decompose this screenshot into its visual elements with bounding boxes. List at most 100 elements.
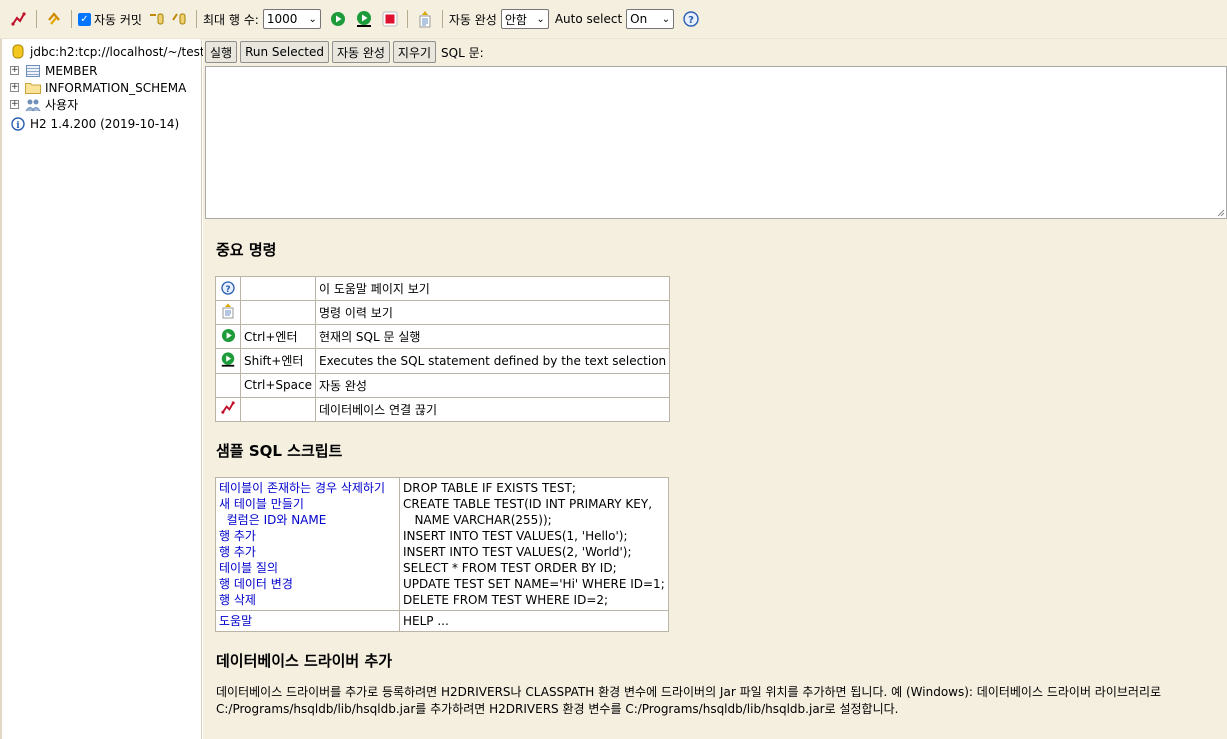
description-cell: 자동 완성 (314, 372, 671, 398)
tree-item-label: INFORMATION_SCHEMA (45, 80, 187, 95)
sample-code-line: INSERT INTO TEST VALUES(2, 'World'); (403, 545, 632, 559)
chevron-down-icon: ⌄ (536, 13, 545, 25)
shortcut-cell (240, 300, 316, 325)
sidebar: jdbc:h2:tcp://localhost/~/test + MEMBER … (0, 39, 205, 739)
autoselect-select[interactable]: On ⌄ (626, 9, 675, 29)
database-icon (10, 44, 26, 60)
sql-input[interactable] (205, 66, 1227, 219)
version-label: H2 1.4.200 (2019-10-14) (30, 116, 180, 131)
run-icon[interactable] (327, 8, 349, 30)
users-icon (25, 97, 41, 113)
help-code: HELP ... (403, 614, 449, 628)
autocomplete-select[interactable]: 안함 ⌄ (500, 9, 549, 29)
autocomplete-button[interactable]: 자동 완성 (331, 41, 390, 63)
shortcut-cell: Ctrl+Space (240, 372, 316, 398)
run-selected-button[interactable]: Run Selected (240, 41, 329, 63)
tree-item-member[interactable]: + MEMBER (10, 62, 97, 79)
autoselect-label: Auto select (554, 12, 623, 26)
table-row: Ctrl+Space 자동 완성 (215, 372, 671, 398)
rollback-icon[interactable] (168, 8, 190, 30)
toolbar-separator (406, 10, 408, 28)
stop-icon[interactable] (379, 8, 401, 30)
table-row: 데이터베이스 연결 끊기 (215, 396, 671, 422)
sample-code-line: NAME VARCHAR(255)); (403, 513, 552, 527)
help-icon[interactable]: ? (220, 280, 236, 296)
sample-code-line: SELECT * FROM TEST ORDER BY ID; (403, 561, 617, 575)
commit-icon[interactable] (146, 8, 168, 30)
max-rows-select[interactable]: 1000 ⌄ (262, 9, 321, 29)
description-cell: 데이터베이스 연결 끊기 (314, 396, 671, 422)
connection-node[interactable]: jdbc:h2:tcp://localhost/~/test (10, 43, 205, 60)
toolbar-separator (441, 10, 443, 28)
history-icon[interactable] (220, 303, 236, 319)
chevron-down-icon: ⌄ (661, 13, 671, 25)
driver-line: C:/Programs/hsqldb/lib/hsqldb.jar를 추가하려면… (216, 702, 899, 716)
svg-text:?: ? (225, 285, 230, 295)
shortcut-cell (240, 276, 316, 301)
toolbar: ✓ 자동 커밋 최대 행 수: 1000 ⌄ 자동 완성 안함 ⌄ Auto sel… (0, 0, 1227, 39)
sample-link[interactable]: 행 데이터 변경 (219, 576, 396, 592)
sample-link[interactable]: 테이블이 존재하는 경우 삭제하기 (219, 480, 396, 496)
sample-code-line: DELETE FROM TEST WHERE ID=2; (403, 593, 609, 607)
chevron-down-icon: ⌄ (308, 13, 317, 25)
table-icon (25, 63, 41, 79)
help-icon[interactable]: ? (680, 8, 702, 30)
tree-item-users[interactable]: + 사용자 (10, 96, 78, 113)
sample-code-line: UPDATE TEST SET NAME='Hi' WHERE ID=1; (403, 577, 665, 591)
description-cell: Executes the SQL statement defined by th… (314, 348, 671, 374)
resize-handle-icon[interactable] (1217, 209, 1225, 217)
table-row: 테이블이 존재하는 경우 삭제하기 새 테이블 만들기 컬럼은 ID와 NAME… (215, 477, 669, 611)
run-icon[interactable] (220, 327, 236, 343)
autocomplete-value: 안함 (504, 12, 527, 27)
sample-code-line: DROP TABLE IF EXISTS TEST; (403, 481, 576, 495)
table-row: ? 이 도움말 페이지 보기 (215, 276, 671, 301)
sample-link[interactable]: 테이블 질의 (219, 560, 396, 576)
query-toolbar: 실행 Run Selected 자동 완성 지우기 SQL 문: (203, 39, 484, 65)
sql-label: SQL 문: (441, 45, 484, 60)
table-row: Shift+엔터 Executes the SQL statement defi… (215, 348, 671, 374)
tree-item-label: 사용자 (45, 98, 79, 112)
tree-item-information-schema[interactable]: + INFORMATION_SCHEMA (10, 79, 186, 96)
expand-icon[interactable]: + (10, 100, 19, 109)
autocommit-checkbox[interactable]: ✓ (78, 12, 91, 26)
disconnect-icon[interactable] (220, 400, 236, 416)
sample-link[interactable]: 컬럼은 ID와 NAME (219, 512, 396, 528)
svg-text:?: ? (688, 15, 694, 26)
table-row: Ctrl+엔터 현재의 SQL 문 실행 (215, 324, 671, 349)
sample-sql-table: 테이블이 존재하는 경우 삭제하기 새 테이블 만들기 컬럼은 ID와 NAME… (215, 477, 669, 632)
driver-title: 데이터베이스 드라이버 추가 (216, 652, 393, 670)
sample-code-line: CREATE TABLE TEST(ID INT PRIMARY KEY, (403, 497, 653, 511)
sample-link[interactable]: 행 추가 (219, 528, 396, 544)
description-cell: 현재의 SQL 문 실행 (314, 324, 671, 349)
autocommit-label: 자동 커밋 (94, 12, 142, 27)
shortcut-cell: Shift+엔터 (240, 348, 316, 374)
sample-link[interactable]: 행 삭제 (219, 592, 396, 608)
disconnect-icon[interactable] (8, 8, 30, 30)
tree-item-label: MEMBER (45, 63, 98, 78)
run-button[interactable]: 실행 (205, 41, 238, 63)
refresh-icon[interactable] (43, 8, 65, 30)
svg-text:i: i (16, 121, 20, 131)
expand-icon[interactable]: + (10, 66, 19, 75)
sample-sql-title: 샘플 SQL 스크립트 (216, 442, 343, 460)
description-cell: 이 도움말 페이지 보기 (314, 276, 671, 301)
shortcut-cell (240, 396, 316, 422)
description-cell: 명령 이력 보기 (314, 300, 671, 325)
help-link[interactable]: 도움말 (219, 613, 396, 629)
clear-button[interactable]: 지우기 (392, 41, 437, 63)
toolbar-separator (36, 10, 37, 28)
autocomplete-label: 자동 완성 (448, 12, 497, 27)
version-info: i H2 1.4.200 (2019-10-14) (10, 115, 179, 132)
autoselect-value: On (630, 12, 648, 26)
important-commands-title: 중요 명령 (216, 241, 277, 259)
sample-link[interactable]: 행 추가 (219, 544, 396, 560)
driver-line: 데이터베이스 드라이버를 추가로 등록하려면 H2DRIVERS나 CLASSP… (216, 685, 1162, 699)
history-icon[interactable] (414, 8, 436, 30)
sample-link[interactable]: 새 테이블 만들기 (219, 496, 396, 512)
run-selected-icon[interactable] (353, 8, 375, 30)
max-rows-label: 최대 행 수: (202, 12, 259, 27)
expand-icon[interactable]: + (10, 83, 19, 92)
toolbar-separator (71, 10, 72, 28)
run-selected-icon[interactable] (220, 351, 236, 367)
main-panel: 실행 Run Selected 자동 완성 지우기 SQL 문: 중요 명령 ?… (203, 39, 1227, 739)
